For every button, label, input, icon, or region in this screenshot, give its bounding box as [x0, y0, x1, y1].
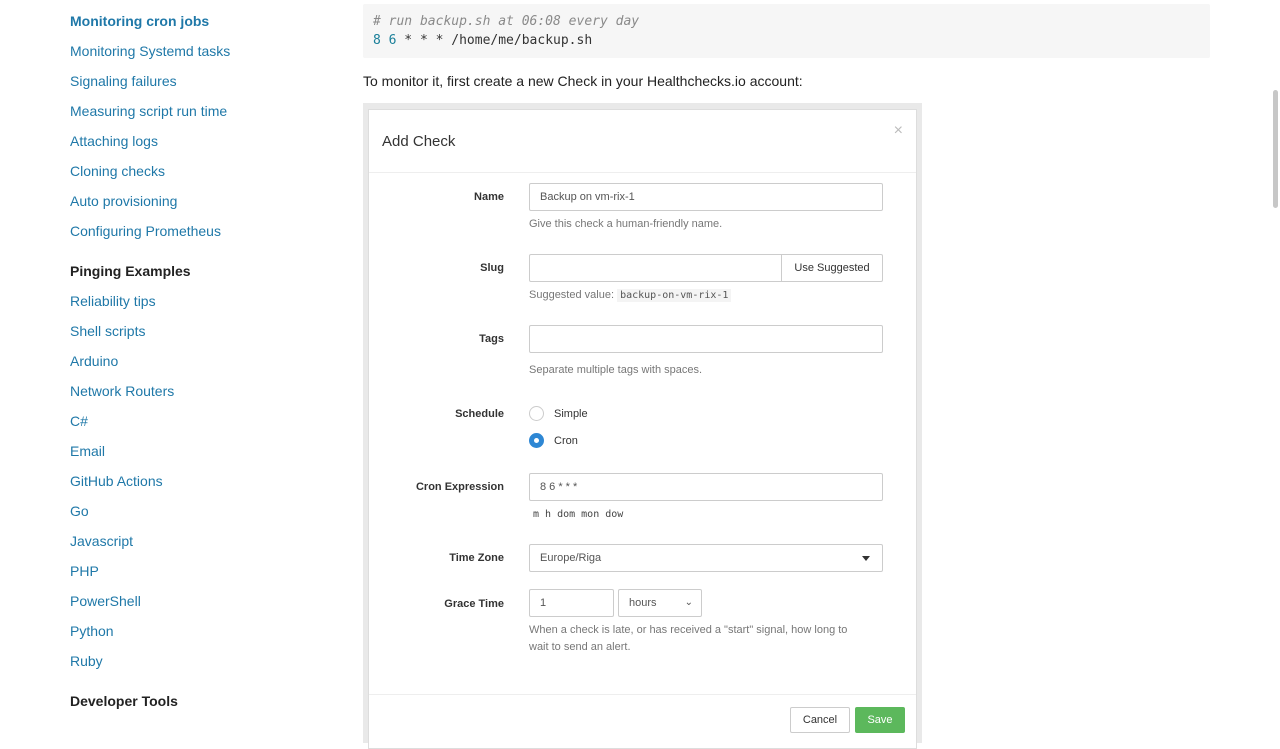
- sidebar-item-auto-provisioning[interactable]: Auto provisioning: [70, 193, 177, 209]
- sidebar-item-javascript[interactable]: Javascript: [70, 533, 133, 549]
- sidebar-item-cloning-checks[interactable]: Cloning checks: [70, 163, 165, 179]
- grace-time-label: Grace Time: [444, 598, 504, 610]
- cancel-button[interactable]: Cancel: [790, 707, 850, 733]
- schedule-simple-label: Simple: [554, 408, 588, 420]
- grace-time-input[interactable]: 1: [529, 589, 614, 617]
- tags-input[interactable]: [529, 325, 883, 353]
- sidebar-heading-pinging-examples: Pinging Examples: [70, 263, 191, 279]
- chevron-down-icon: ⌄: [684, 597, 693, 608]
- slug-help: Suggested value: backup-on-vm-rix-1: [529, 289, 732, 302]
- sidebar-item-attaching-logs[interactable]: Attaching logs: [70, 133, 158, 149]
- schedule-cron-radio[interactable]: [529, 433, 544, 448]
- sidebar-item-go[interactable]: Go: [70, 503, 89, 519]
- sidebar-heading-developer-tools: Developer Tools: [70, 693, 178, 709]
- code-line: 8 6 * * * /home/me/backup.sh: [373, 31, 1200, 50]
- grace-help-line-1: When a check is late, or has received a …: [529, 624, 848, 636]
- schedule-cron-label: Cron: [554, 435, 578, 447]
- sidebar-item-reliability-tips[interactable]: Reliability tips: [70, 293, 156, 309]
- name-label: Name: [474, 191, 504, 203]
- schedule-simple-radio[interactable]: [529, 406, 544, 421]
- slug-input[interactable]: [529, 254, 782, 282]
- dialog-title: Add Check: [382, 133, 456, 150]
- grace-unit-value: hours: [629, 597, 657, 609]
- name-input[interactable]: Backup on vm-rix-1: [529, 183, 883, 211]
- time-zone-value: Europe/Riga: [540, 552, 602, 564]
- sidebar-item-email[interactable]: Email: [70, 443, 105, 459]
- page-scrollbar[interactable]: [1273, 90, 1278, 208]
- sidebar-item-shell-scripts[interactable]: Shell scripts: [70, 323, 145, 339]
- cron-expression-input[interactable]: 8 6 * * *: [529, 473, 883, 501]
- code-command: * * * /home/me/backup.sh: [396, 33, 593, 48]
- use-suggested-button[interactable]: Use Suggested: [781, 254, 883, 282]
- time-zone-label: Time Zone: [449, 552, 504, 564]
- sidebar-item-ruby[interactable]: Ruby: [70, 653, 103, 669]
- sidebar-item-python[interactable]: Python: [70, 623, 114, 639]
- schedule-label: Schedule: [455, 408, 504, 420]
- cron-expression-label: Cron Expression: [415, 481, 504, 493]
- tags-help: Separate multiple tags with spaces.: [529, 364, 703, 376]
- sidebar-item-powershell[interactable]: PowerShell: [70, 593, 141, 609]
- sidebar-item-network-routers[interactable]: Network Routers: [70, 383, 174, 399]
- caret-down-icon: [862, 556, 870, 561]
- dialog-header: Add Check ×: [369, 110, 916, 173]
- slug-suggested-value: backup-on-vm-rix-1: [617, 289, 732, 302]
- sidebar-item-monitoring-cron-jobs[interactable]: Monitoring cron jobs: [70, 13, 209, 29]
- add-check-screenshot: Add Check × Name Backup on vm-rix-1 Give…: [363, 103, 922, 749]
- sidebar-item-csharp[interactable]: C#: [70, 413, 88, 429]
- slug-label: Slug: [480, 262, 504, 274]
- sidebar-item-php[interactable]: PHP: [70, 563, 99, 579]
- sidebar-item-github-actions[interactable]: GitHub Actions: [70, 473, 163, 489]
- add-check-dialog: Add Check × Name Backup on vm-rix-1 Give…: [368, 109, 917, 749]
- time-zone-select[interactable]: Europe/Riga: [529, 544, 883, 572]
- dialog-footer-divider: [369, 694, 916, 695]
- sidebar-item-configuring-prometheus[interactable]: Configuring Prometheus: [70, 223, 221, 239]
- save-button[interactable]: Save: [855, 707, 905, 733]
- grace-unit-select[interactable]: hours ⌄: [618, 589, 702, 617]
- sidebar-item-signaling-failures[interactable]: Signaling failures: [70, 73, 177, 89]
- slug-help-prefix: Suggested value:: [529, 289, 615, 301]
- close-icon[interactable]: ×: [894, 122, 903, 140]
- cron-fields-help: m h dom mon dow: [533, 509, 624, 520]
- name-help: Give this check a human-friendly name.: [529, 218, 723, 230]
- code-comment: # run backup.sh at 06:08 every day: [373, 14, 640, 29]
- sidebar-item-measuring-run-time[interactable]: Measuring script run time: [70, 103, 227, 119]
- intro-paragraph: To monitor it, first create a new Check …: [363, 73, 803, 89]
- sidebar-item-arduino[interactable]: Arduino: [70, 353, 118, 369]
- tags-label: Tags: [479, 333, 504, 345]
- sidebar-item-monitoring-systemd-tasks[interactable]: Monitoring Systemd tasks: [70, 43, 230, 59]
- grace-help-line-2: wait to send an alert.: [529, 641, 631, 653]
- code-block: # run backup.sh at 06:08 every day 8 6 *…: [363, 4, 1210, 58]
- code-schedule-numbers: 8 6: [373, 33, 397, 48]
